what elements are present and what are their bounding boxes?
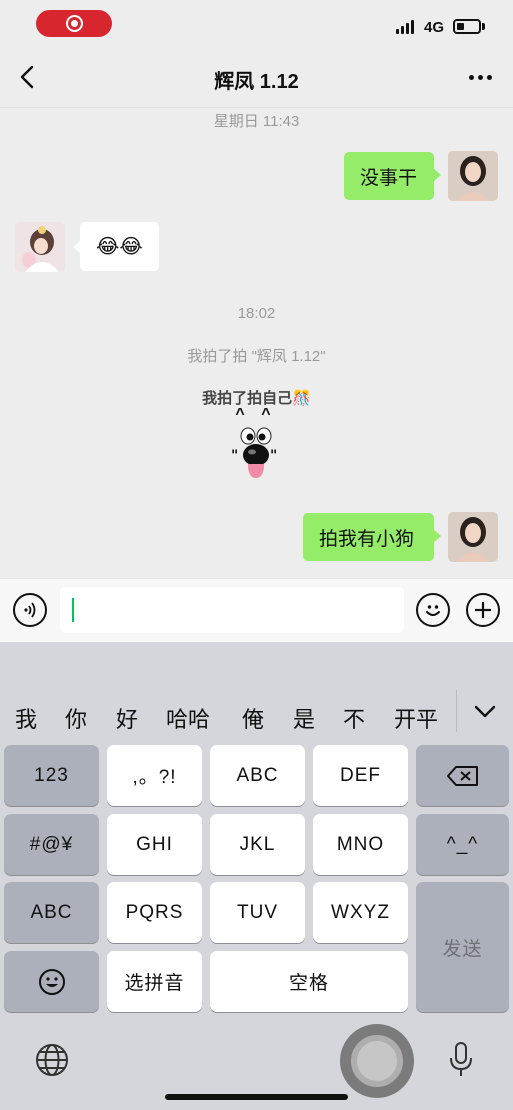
battery-cap: [482, 23, 485, 30]
my-avatar[interactable]: [448, 512, 498, 562]
timestamp: 18:02: [237, 305, 276, 322]
key-pqrs[interactable]: PQRS: [107, 882, 202, 943]
key-space[interactable]: 空格: [210, 951, 408, 1012]
more-dots-icon[interactable]: [462, 62, 498, 92]
signal-icon: [396, 19, 414, 34]
key-send[interactable]: 发送: [416, 882, 509, 1012]
my-avatar[interactable]: [448, 151, 498, 201]
chat-header: 辉凤 1.12: [0, 48, 513, 108]
message-text: 拍我有小狗: [319, 528, 415, 550]
candidate-word[interactable]: 哈哈: [166, 702, 210, 734]
candidate-word[interactable]: 不: [343, 702, 365, 734]
candidate-word[interactable]: 你: [65, 702, 87, 734]
timestamp: 星期日 11:43: [213, 113, 300, 130]
key-abc[interactable]: ABC: [210, 745, 305, 806]
key-123[interactable]: 123: [4, 745, 99, 806]
candidate-word[interactable]: 俺: [242, 702, 264, 734]
key-punctuation[interactable]: ,。?!: [107, 745, 202, 806]
message-text: 😂😂: [96, 236, 143, 258]
key-kaomoji[interactable]: ^_^: [416, 814, 509, 875]
pat-self-notice: 我拍了拍自己🎊: [202, 390, 311, 407]
home-indicator[interactable]: [165, 1094, 348, 1100]
message-input[interactable]: [60, 587, 404, 633]
text-caret: [72, 598, 74, 622]
key-mno[interactable]: MNO: [313, 814, 408, 875]
key-jkl[interactable]: JKL: [210, 814, 305, 875]
status-bar: 4G: [0, 0, 513, 48]
puppy-face-icon: " ": [231, 427, 277, 478]
mic-icon[interactable]: [448, 1041, 474, 1079]
key-pinyin-select[interactable]: 选拼音: [107, 951, 202, 1012]
plus-icon[interactable]: [466, 593, 500, 627]
battery-icon: [453, 19, 481, 34]
globe-icon[interactable]: [35, 1043, 69, 1077]
key-ghi[interactable]: GHI: [107, 814, 202, 875]
screen-record-indicator[interactable]: [36, 10, 112, 37]
message-text: 没事干: [360, 167, 418, 189]
contact-avatar[interactable]: [15, 222, 65, 272]
key-abc-switch[interactable]: ABC: [4, 882, 99, 943]
candidate-word[interactable]: 是: [293, 702, 315, 734]
key-emoji[interactable]: [4, 951, 99, 1012]
emoji-icon[interactable]: [416, 593, 450, 627]
message-bubble-mine[interactable]: 没事干: [344, 152, 441, 200]
key-def[interactable]: DEF: [313, 745, 408, 806]
candidate-divider: [456, 690, 457, 732]
screen-record-icon: [65, 15, 83, 32]
candidate-word[interactable]: 我: [15, 702, 37, 734]
puppy-face-sticker: ^ ^ " ": [226, 406, 286, 492]
chat-title: 辉凤 1.12: [214, 71, 299, 93]
key-wxyz[interactable]: WXYZ: [313, 882, 408, 943]
message-bubble-mine[interactable]: 拍我有小狗: [303, 513, 441, 561]
network-type: 4G: [424, 19, 445, 36]
pat-notice: 我拍了拍 "辉凤 1.12": [187, 348, 326, 365]
input-bar: [0, 578, 513, 642]
key-delete[interactable]: [416, 745, 509, 806]
collapse-chevron-icon[interactable]: [470, 698, 500, 724]
svg-text:": ": [270, 448, 277, 464]
key-tuv[interactable]: TUV: [210, 882, 305, 943]
keyboard: 我 你 好 哈哈 俺 是 不 开平 123 ,。?! ABC DEF #@¥ G…: [0, 642, 513, 1110]
delete-icon: [446, 765, 478, 786]
emoji-key-icon: [38, 968, 65, 995]
voice-icon[interactable]: [13, 593, 47, 627]
candidate-word[interactable]: 开平: [394, 702, 438, 734]
svg-text:": ": [231, 448, 238, 464]
message-bubble-contact[interactable]: 😂😂: [73, 222, 159, 271]
message-list[interactable]: 星期日 11:43 没事干 😂😂 18:02 我拍了拍 "辉凤 1.12" 我拍…: [0, 108, 513, 578]
candidate-word[interactable]: 好: [116, 702, 138, 734]
assistive-touch-button[interactable]: [340, 1024, 414, 1098]
key-symbols[interactable]: #@¥: [4, 814, 99, 875]
